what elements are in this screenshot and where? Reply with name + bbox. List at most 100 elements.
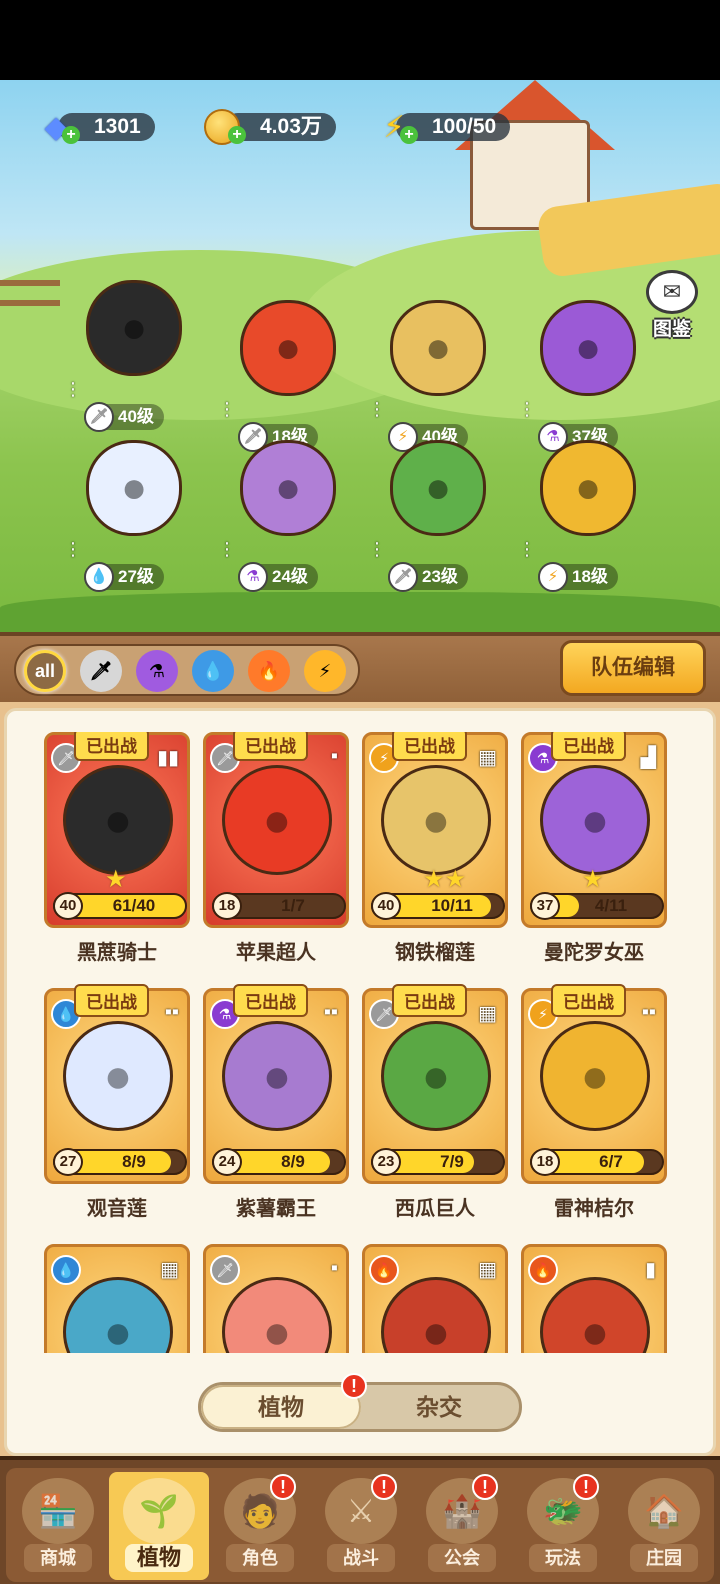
foreground-grass [0, 592, 720, 632]
card-frame: ● 💧 ▦ [44, 1244, 190, 1353]
plants-icon: 🌱 [123, 1478, 195, 1544]
nav-tab-manor[interactable]: 🏠 庄园 [614, 1472, 714, 1580]
panel-toolbar: all 🗡 ⚗ 💧 🔥 ⚡ 队伍编辑 [0, 632, 720, 702]
lineup-unit[interactable]: ● ⋮ 💧 27级 [56, 420, 206, 592]
plant-name: 苹果超人 [236, 942, 316, 964]
bottom-nav-bar: 🏪 商城 🌱 植物 🧑 角色! ⚔ 战斗! 🏰 公会! 🐲 玩法! 🏠 庄园 [6, 1468, 714, 1582]
nav-tab-label: 植物 [125, 1544, 193, 1572]
plant-name: 雷神桔尔 [554, 1198, 634, 1220]
plant-sprite: ● [86, 280, 182, 376]
team-edit-button[interactable]: 队伍编辑 [560, 640, 706, 696]
unit-level: ⚡ 18级 [538, 562, 618, 592]
nav-tab-gameplay[interactable]: 🐲 玩法! [513, 1472, 613, 1580]
nav-tab-shop[interactable]: 🏪 商城 [8, 1472, 108, 1580]
lineup-unit[interactable]: ● ⋮ ⚗ 24级 [210, 420, 360, 592]
water-icon: 💧 [84, 562, 114, 592]
filter-all[interactable]: all [24, 650, 66, 692]
lineup-unit[interactable]: ● ⋮ 🗡 40级 [56, 260, 206, 432]
deployed-badge: 已出战 [551, 732, 626, 761]
card-frame: ● ⚗ ▟ ★ 4/11 37 [521, 732, 667, 928]
filter-potion-icon[interactable]: ⚗ [136, 650, 178, 692]
plant-name: 钢铁榴莲 [395, 942, 475, 964]
shape-icon: ⋮ [218, 539, 236, 559]
plant-card[interactable]: ● 🔥 ▦ [362, 1244, 508, 1353]
progress-bar: 8/9 27 [53, 1148, 187, 1176]
plant-card[interactable]: ● 🗡 ▮▮ ★ 61/40 40 已出战 黑蔗骑士 [44, 732, 190, 965]
plant-card[interactable]: ● ⚗ ▪▪ 8/9 24 已出战 紫薯霸王 [203, 984, 349, 1221]
plant-card[interactable]: ● 💧 ▦ [44, 1244, 190, 1353]
card-frame: ● 🗡 ▪ 1/7 18 [203, 732, 349, 928]
element-filter-bar: all 🗡 ⚗ 💧 🔥 ⚡ [14, 644, 360, 696]
filter-lightning-icon[interactable]: ⚡ [304, 650, 346, 692]
plant-portrait: ● [222, 1021, 332, 1131]
card-frame: ● 💧 ▪▪ 8/9 27 [44, 988, 190, 1184]
fire-icon: 🔥 [369, 1255, 399, 1285]
bottom-nav: 🏪 商城 🌱 植物 🧑 角色! ⚔ 战斗! 🏰 公会! 🐲 玩法! 🏠 庄园 [0, 1456, 720, 1584]
deployed-badge: 已出战 [392, 732, 467, 761]
fire-icon: 🔥 [528, 1255, 558, 1285]
unit-level-text: 24级 [272, 567, 308, 586]
plant-card[interactable]: ● ⚗ ▟ ★ 4/11 37 已出战 曼陀罗女巫 [521, 732, 667, 965]
shape-icon: ⋮ [368, 539, 386, 559]
unit-level: 💧 27级 [84, 562, 164, 592]
progress-text: 4/11 [594, 896, 628, 915]
lineup-unit[interactable]: ● ⋮ 🗡 23级 [360, 420, 510, 592]
plant-card[interactable]: ● 🔥 ▮ [521, 1244, 667, 1353]
progress-text: 1/7 [281, 896, 305, 915]
plant-card[interactable]: ● ⚡ ▦ ★★ 10/11 40 已出战 钢铁榴莲 [362, 732, 508, 965]
nav-tab-guild[interactable]: 🏰 公会! [412, 1472, 512, 1580]
card-frame: ● ⚗ ▪▪ 8/9 24 [203, 988, 349, 1184]
card-level: 40 [53, 892, 83, 920]
plant-type-toggle: 植物 杂交 ! [198, 1373, 522, 1432]
progress-bar: 6/7 18 [530, 1148, 664, 1176]
plant-portrait: ● [540, 1021, 650, 1131]
fence [0, 280, 60, 306]
potion-icon: ⚗ [238, 562, 268, 592]
lineup-unit[interactable]: ● ⋮ ⚡ 18级 [510, 420, 660, 592]
nav-tab-battle[interactable]: ⚔ 战斗! [311, 1472, 411, 1580]
shape-icon: ⋮ [518, 539, 536, 559]
plant-card[interactable]: ● ⚡ ▪▪ 6/7 18 已出战 雷神桔尔 [521, 984, 667, 1221]
shape-icon: ⋮ [64, 379, 82, 399]
nav-tab-character[interactable]: 🧑 角色! [210, 1472, 310, 1580]
filter-fire-icon[interactable]: 🔥 [248, 650, 290, 692]
star-icon: ★★ [423, 866, 467, 893]
plant-name: 黑蔗骑士 [77, 942, 157, 964]
star-icon: ★ [582, 866, 604, 893]
plants-tab[interactable]: 植物 [201, 1385, 361, 1429]
plant-name: 西瓜巨人 [395, 1198, 475, 1220]
lightning-icon: ⚡ [538, 562, 568, 592]
plant-portrait: ● [222, 765, 332, 875]
plant-sprite: ● [240, 440, 336, 536]
plant-sprite: ● [240, 300, 336, 396]
nav-tab-plants[interactable]: 🌱 植物 [109, 1472, 209, 1580]
add-energy-icon[interactable]: + [400, 126, 418, 144]
card-frame: ● ⚡ ▪▪ 6/7 18 [521, 988, 667, 1184]
add-gems-icon[interactable]: + [62, 126, 80, 144]
filter-sword-icon[interactable]: 🗡 [80, 650, 122, 692]
plant-portrait: ● [63, 765, 173, 875]
unit-level: 🗡 23级 [388, 562, 468, 592]
hybrid-tab[interactable]: 杂交 [359, 1385, 519, 1429]
plant-card[interactable]: ● 🗡 ▪ 1/7 18 已出战 苹果超人 [203, 732, 349, 965]
plant-portrait: ● [381, 765, 491, 875]
filter-water-icon[interactable]: 💧 [192, 650, 234, 692]
plant-card[interactable]: ● 💧 ▪▪ 8/9 27 已出战 观音莲 [44, 984, 190, 1221]
card-frame: ● 🗡 ▦ 7/9 23 [362, 988, 508, 1184]
deployed-badge: 已出战 [74, 984, 149, 1017]
deployed-badge: 已出战 [74, 732, 149, 761]
progress-text: 7/9 [440, 1152, 464, 1171]
progress-text: 8/9 [122, 1152, 146, 1171]
plant-card[interactable]: ● 🗡 ▪ [203, 1244, 349, 1353]
status-bar [0, 0, 720, 80]
progress-text: 6/7 [599, 1152, 623, 1171]
plant-name: 曼陀罗女巫 [544, 942, 644, 964]
water-icon: 💧 [51, 1255, 81, 1285]
card-frame: ● 🔥 ▦ [362, 1244, 508, 1353]
card-level: 23 [371, 1148, 401, 1176]
plant-card[interactable]: ● 🗡 ▦ 7/9 23 已出战 西瓜巨人 [362, 984, 508, 1221]
add-coins-icon[interactable]: + [228, 126, 246, 144]
shape-icon: ▪▪ [164, 1001, 179, 1023]
plant-portrait: ● [540, 765, 650, 875]
shape-icon: ▦ [160, 1259, 179, 1281]
